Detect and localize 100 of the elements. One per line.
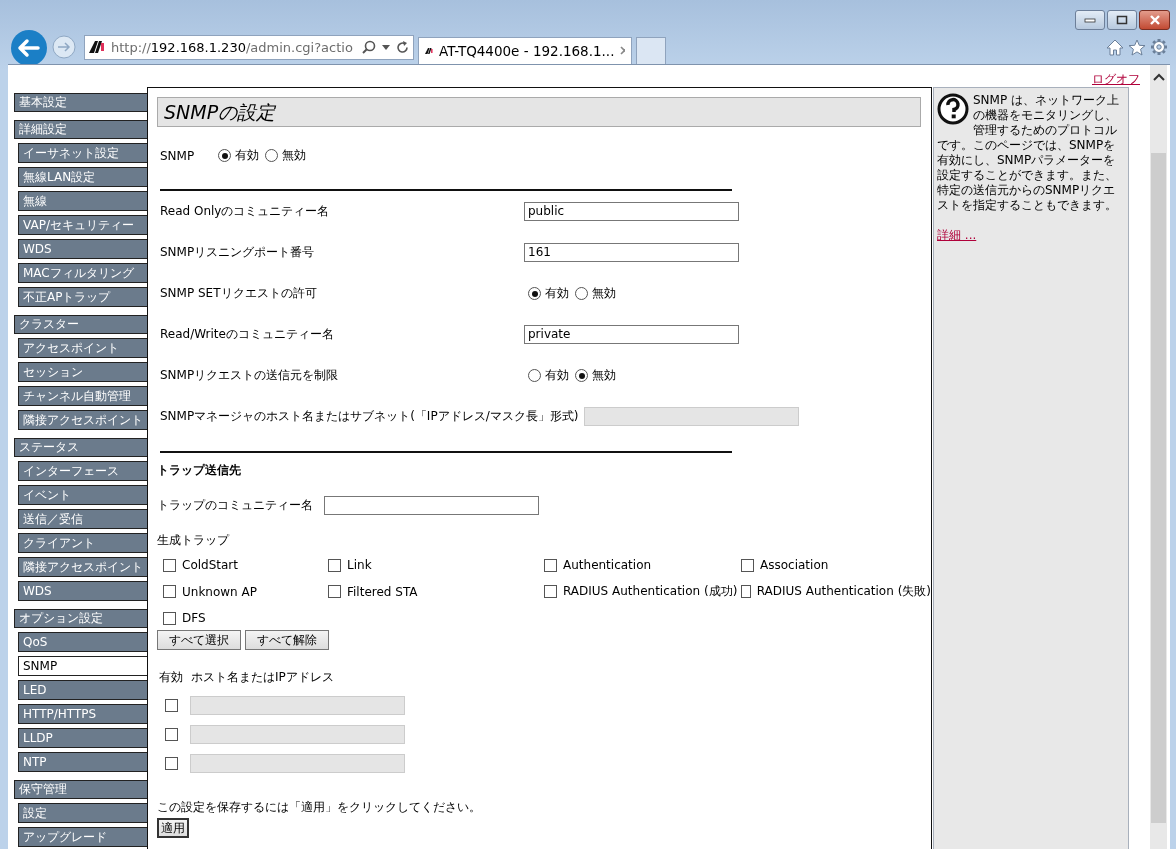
sidebar-item[interactable]: 無線LAN設定 bbox=[18, 167, 147, 187]
sidebar-item[interactable]: 無線 bbox=[18, 191, 147, 211]
sidebar-item[interactable]: インターフェース bbox=[18, 461, 147, 481]
search-icon[interactable] bbox=[362, 40, 376, 54]
sidebar-item[interactable]: クライアント bbox=[18, 533, 147, 553]
sidebar-item[interactable]: イーサネット設定 bbox=[18, 143, 147, 163]
scrollbar[interactable] bbox=[1150, 65, 1167, 849]
field-label: SNMPマネージャのホスト名またはサブネット(「IPアドレス/マスク長」形式) bbox=[160, 408, 579, 425]
checkbox-label: Association bbox=[760, 558, 829, 572]
sidebar-section-header[interactable]: オプション設定 bbox=[14, 609, 147, 628]
input-field[interactable]: public bbox=[524, 202, 739, 221]
field-label: 生成トラップ bbox=[157, 532, 231, 549]
sidebar-item[interactable]: チャンネル自動管理 bbox=[18, 386, 147, 406]
refresh-icon[interactable] bbox=[396, 40, 409, 54]
help-text: SNMP は、ネットワーク上の機器をモニタリングし、管理するためのプロトコルです。このページでは、SNMPを有効にし、SNMPパラメーターを設定することができます。また、特定の送信元からのSNMPリクエストを指定することもできます。 bbox=[937, 93, 1120, 213]
field-label: SNMPリスニングポート番号 bbox=[160, 244, 316, 261]
field-label: Read/Writeのコミュニティー名 bbox=[160, 326, 335, 343]
checkbox-label: Unknown AP bbox=[182, 584, 257, 599]
browser-tab[interactable]: AT-TQ4400e - 192.168.1... bbox=[418, 36, 632, 64]
checkbox-label: Authentication bbox=[563, 558, 652, 572]
maximize-button[interactable] bbox=[1107, 10, 1137, 30]
help-icon bbox=[937, 93, 969, 125]
radio-button[interactable] bbox=[575, 287, 588, 300]
sidebar-item[interactable]: イベント bbox=[18, 485, 147, 505]
sidebar-item[interactable]: 送信／受信 bbox=[18, 509, 147, 529]
checkbox-label: RADIUS Authentication (成功) bbox=[563, 583, 738, 600]
input-field[interactable] bbox=[324, 496, 539, 515]
checkbox[interactable] bbox=[544, 558, 557, 572]
sidebar-section-header[interactable]: クラスター bbox=[14, 315, 147, 334]
close-button[interactable] bbox=[1139, 10, 1170, 30]
logoff-link[interactable]: ログオフ bbox=[1092, 71, 1140, 87]
action-button[interactable]: すべて選択 bbox=[157, 630, 241, 650]
radio-button[interactable] bbox=[528, 369, 541, 382]
checkbox[interactable] bbox=[544, 585, 557, 598]
radio-button[interactable] bbox=[575, 369, 588, 382]
checkbox-label: ColdStart bbox=[182, 558, 238, 572]
caret-icon[interactable] bbox=[382, 44, 390, 50]
checkbox[interactable] bbox=[163, 611, 176, 625]
option-label: 有効 bbox=[235, 147, 260, 164]
sidebar-item[interactable]: SNMP bbox=[18, 656, 147, 676]
sidebar-item[interactable]: QoS bbox=[18, 632, 147, 652]
checkbox-label: Link bbox=[347, 558, 372, 572]
input-field[interactable]: 161 bbox=[524, 243, 739, 262]
sidebar-item[interactable]: VAP/セキュリティー bbox=[18, 215, 147, 235]
checkbox[interactable] bbox=[163, 558, 176, 572]
radio-button[interactable] bbox=[528, 287, 541, 300]
sidebar-item[interactable]: WDS bbox=[18, 581, 147, 601]
scroll-up-icon[interactable] bbox=[1152, 73, 1165, 81]
minimize-icon bbox=[1084, 17, 1096, 23]
checkbox-label: Filtered STA bbox=[347, 584, 418, 599]
maximize-icon bbox=[1116, 15, 1128, 25]
sidebar-item[interactable]: LLDP bbox=[18, 728, 147, 748]
sidebar-item[interactable]: セッション bbox=[18, 362, 147, 382]
option-label: 有効 bbox=[545, 285, 569, 302]
sidebar-item[interactable]: 隣接アクセスポイント bbox=[18, 410, 147, 430]
apply-button[interactable]: 適用 bbox=[157, 818, 189, 838]
action-button[interactable]: すべて解除 bbox=[245, 630, 329, 650]
sidebar-item[interactable]: LED bbox=[18, 680, 147, 700]
checkbox-label: RADIUS Authentication (失敗) bbox=[756, 583, 931, 600]
details-link[interactable]: 詳細 ... bbox=[937, 227, 1122, 244]
input-field[interactable]: private bbox=[524, 325, 739, 344]
sidebar-section-header[interactable]: 基本設定 bbox=[14, 93, 147, 112]
sidebar-section-header[interactable]: 詳細設定 bbox=[14, 120, 147, 139]
sidebar-item[interactable]: 不正APトラップ bbox=[18, 287, 147, 307]
option-label: 無効 bbox=[282, 147, 307, 164]
site-logo-icon bbox=[89, 41, 105, 53]
checkbox[interactable] bbox=[741, 585, 751, 598]
column-header: 有効 bbox=[159, 669, 183, 686]
sidebar-item[interactable]: アクセスポイント bbox=[18, 338, 147, 358]
field-label: SNMPリクエストの送信元を制限 bbox=[160, 367, 340, 384]
settings-icon[interactable] bbox=[1150, 38, 1168, 56]
sidebar-item[interactable]: NTP bbox=[18, 752, 147, 772]
field-label: トラップのコミュニティー名 bbox=[157, 497, 314, 514]
sidebar-item[interactable]: アップグレード bbox=[18, 827, 147, 847]
sidebar-item[interactable]: 隣接アクセスポイント bbox=[18, 557, 147, 577]
section-heading: トラップ送信先 bbox=[157, 462, 242, 479]
checkbox-label: DFS bbox=[182, 611, 206, 625]
checkbox[interactable] bbox=[328, 558, 341, 572]
checkbox[interactable] bbox=[163, 585, 176, 598]
sidebar-item[interactable]: MACフィルタリング bbox=[18, 263, 147, 283]
page-title: SNMPの設定 bbox=[157, 97, 921, 127]
option-label: 有効 bbox=[545, 367, 569, 384]
back-button[interactable] bbox=[10, 29, 48, 67]
field-label: SNMP SETリクエストの許可 bbox=[160, 285, 318, 302]
checkbox[interactable] bbox=[328, 585, 341, 598]
scrollbar-thumb[interactable] bbox=[1151, 153, 1166, 823]
sidebar-section-header[interactable]: ステータス bbox=[14, 438, 147, 457]
radio-button[interactable] bbox=[218, 149, 232, 162]
sidebar-section-header[interactable]: 保守管理 bbox=[14, 780, 147, 799]
star-icon[interactable] bbox=[1128, 38, 1146, 56]
home-icon[interactable] bbox=[1106, 38, 1124, 56]
address-bar[interactable]: http://192.168.1.230/admin.cgi?actio bbox=[84, 34, 414, 60]
checkbox[interactable] bbox=[741, 558, 754, 572]
sidebar-item[interactable]: HTTP/HTTPS bbox=[18, 704, 147, 724]
sidebar-item[interactable]: 設定 bbox=[18, 803, 147, 823]
column-header: ホスト名またはIPアドレス bbox=[191, 669, 334, 686]
sidebar-item[interactable]: WDS bbox=[18, 239, 147, 259]
field-label: SNMP bbox=[160, 148, 195, 163]
radio-button[interactable] bbox=[265, 149, 279, 162]
option-label: 無効 bbox=[592, 367, 616, 384]
